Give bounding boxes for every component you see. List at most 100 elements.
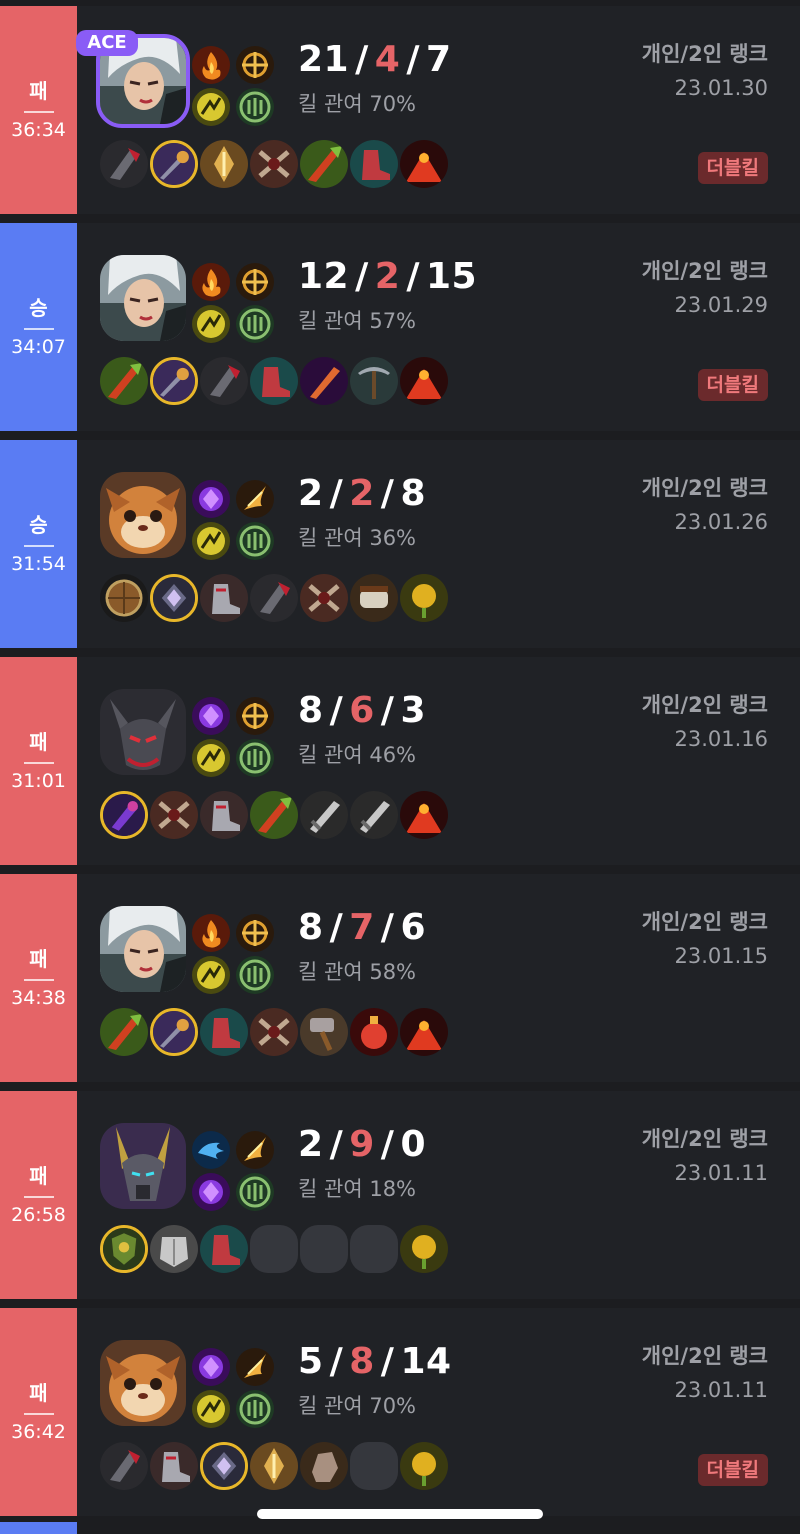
ravenous-hydra-icon[interactable] xyxy=(300,140,348,188)
item-build xyxy=(100,357,460,405)
plated-steelcaps-icon[interactable] xyxy=(250,357,298,405)
oracle-lens-icon[interactable] xyxy=(400,791,448,839)
home-indicator[interactable] xyxy=(257,1509,543,1519)
eclipse-icon[interactable] xyxy=(150,1008,198,1056)
black-cleaver-icon[interactable] xyxy=(100,140,148,188)
teleport-icon[interactable] xyxy=(236,914,274,952)
ignite-icon[interactable] xyxy=(192,46,230,84)
riven-icon[interactable] xyxy=(100,255,186,341)
kills: 8 xyxy=(298,907,324,948)
mythic-shard-icon[interactable] xyxy=(192,1173,230,1211)
sterak-icon[interactable] xyxy=(200,140,248,188)
fleet-footwork-icon[interactable] xyxy=(192,522,230,560)
eclipse-icon[interactable] xyxy=(150,357,198,405)
match-card[interactable]: 패 36:34 ACE 21/4/7 킬 관여 70% 개인/2인 랭크 23.01.30 더… xyxy=(0,6,800,214)
resolve-icon[interactable] xyxy=(236,305,274,343)
empty-item-slot[interactable] xyxy=(300,1225,348,1273)
ghost-icon[interactable] xyxy=(192,1131,230,1169)
stealth-ward-icon[interactable] xyxy=(400,574,448,622)
long-sword-icon[interactable] xyxy=(350,791,398,839)
flash-icon[interactable] xyxy=(236,480,274,518)
oracle-lens-icon[interactable] xyxy=(400,357,448,405)
resolve-icon[interactable] xyxy=(236,739,274,777)
empty-item-slot[interactable] xyxy=(350,1442,398,1490)
death-dance-icon[interactable] xyxy=(300,574,348,622)
resolve-icon[interactable] xyxy=(236,88,274,126)
fleet-footwork-icon[interactable] xyxy=(192,305,230,343)
mercury-treads-icon[interactable] xyxy=(150,1442,198,1490)
resolve-icon[interactable] xyxy=(236,522,274,560)
ravenous-hydra-icon[interactable] xyxy=(100,357,148,405)
death-dance-icon[interactable] xyxy=(250,1008,298,1056)
kda-slash: / xyxy=(380,473,395,514)
match-card[interactable]: 승 31:54 2/2/8 킬 관여 36% 개인/2인 랭크 23.01.26 xyxy=(0,440,800,648)
gnar-icon[interactable] xyxy=(100,1340,186,1426)
serrated-dirk-icon[interactable] xyxy=(300,357,348,405)
fleet-footwork-icon[interactable] xyxy=(192,1390,230,1428)
ignite-icon[interactable] xyxy=(192,263,230,301)
divine-sunderer-icon[interactable] xyxy=(150,574,198,622)
gnar-icon[interactable] xyxy=(100,472,186,558)
plated-steelcaps-icon[interactable] xyxy=(200,1008,248,1056)
kda-score: 5/8/14 xyxy=(298,1344,452,1380)
flash-icon[interactable] xyxy=(236,1131,274,1169)
match-card[interactable]: 패 36:42 5/8/14 킬 관여 70% 개인/2인 랭크 23.01.11 더블킬 xyxy=(0,1308,800,1516)
result-strip: 패 36:42 xyxy=(0,1308,77,1516)
mythic-shard-icon[interactable] xyxy=(192,1348,230,1386)
death-dance-icon[interactable] xyxy=(250,140,298,188)
black-cleaver-icon[interactable] xyxy=(100,1442,148,1490)
goredrinker-icon[interactable] xyxy=(100,791,148,839)
long-sword-icon[interactable] xyxy=(300,791,348,839)
plated-steelcaps-icon[interactable] xyxy=(200,1225,248,1273)
plated-steelcaps-icon[interactable] xyxy=(350,140,398,188)
mercury-treads-icon[interactable] xyxy=(200,791,248,839)
mythic-shard-icon[interactable] xyxy=(192,697,230,735)
death-dance-icon[interactable] xyxy=(150,791,198,839)
match-card[interactable]: 패 26:58 2/9/0 킬 관여 18% 개인/2인 랭크 23.01.11 xyxy=(0,1091,800,1299)
oracle-lens-icon[interactable] xyxy=(400,1008,448,1056)
match-card[interactable]: 승 34:07 12/2/15 킬 관여 57% 개인/2인 랭크 23.01.29 더블킬 xyxy=(0,223,800,431)
mercury-treads-icon[interactable] xyxy=(200,574,248,622)
divine-sunderer-icon[interactable] xyxy=(200,1442,248,1490)
result-strip: 패 26:58 xyxy=(0,1091,77,1299)
shield-icon[interactable] xyxy=(100,574,148,622)
ravenous-hydra-icon[interactable] xyxy=(250,791,298,839)
oracle-lens-icon[interactable] xyxy=(400,140,448,188)
assists: 6 xyxy=(400,907,426,948)
resolve-icon[interactable] xyxy=(236,956,274,994)
riven-icon[interactable] xyxy=(100,906,186,992)
match-card[interactable]: 패 34:38 8/7/6 킬 관여 58% 개인/2인 랭크 23.01.15 xyxy=(0,874,800,1082)
hammer-icon[interactable] xyxy=(300,1008,348,1056)
fleet-footwork-icon[interactable] xyxy=(192,88,230,126)
teleport-icon[interactable] xyxy=(236,263,274,301)
eclipse-icon[interactable] xyxy=(150,140,198,188)
kills: 21 xyxy=(298,39,350,80)
queue-type: 개인/2인 랭크 xyxy=(641,693,768,717)
black-cleaver-icon[interactable] xyxy=(250,574,298,622)
rock-icon[interactable] xyxy=(300,1442,348,1490)
teleport-icon[interactable] xyxy=(236,697,274,735)
teleport-icon[interactable] xyxy=(236,46,274,84)
pickaxe-icon[interactable] xyxy=(350,357,398,405)
stealth-ward-icon[interactable] xyxy=(400,1442,448,1490)
red-potion-icon[interactable] xyxy=(350,1008,398,1056)
relic-shield-icon[interactable] xyxy=(100,1225,148,1273)
empty-item-slot[interactable] xyxy=(350,1225,398,1273)
resolve-icon[interactable] xyxy=(236,1390,274,1428)
stealth-ward-icon[interactable] xyxy=(400,1225,448,1273)
sterak-icon[interactable] xyxy=(250,1442,298,1490)
aatrox-icon[interactable] xyxy=(100,689,186,775)
match-card[interactable]: 패 31:01 8/6/3 킬 관여 46% 개인/2인 랭크 23.01.16 xyxy=(0,657,800,865)
fleet-footwork-icon[interactable] xyxy=(192,739,230,777)
flash-icon[interactable] xyxy=(236,1348,274,1386)
black-cleaver-icon[interactable] xyxy=(200,357,248,405)
fleet-footwork-icon[interactable] xyxy=(192,956,230,994)
nasus-icon[interactable] xyxy=(100,1123,186,1209)
ravenous-hydra-icon[interactable] xyxy=(100,1008,148,1056)
empty-item-slot[interactable] xyxy=(250,1225,298,1273)
gauntlet-icon[interactable] xyxy=(350,574,398,622)
armor-icon[interactable] xyxy=(150,1225,198,1273)
resolve-icon[interactable] xyxy=(236,1173,274,1211)
mythic-shard-icon[interactable] xyxy=(192,480,230,518)
ignite-icon[interactable] xyxy=(192,914,230,952)
